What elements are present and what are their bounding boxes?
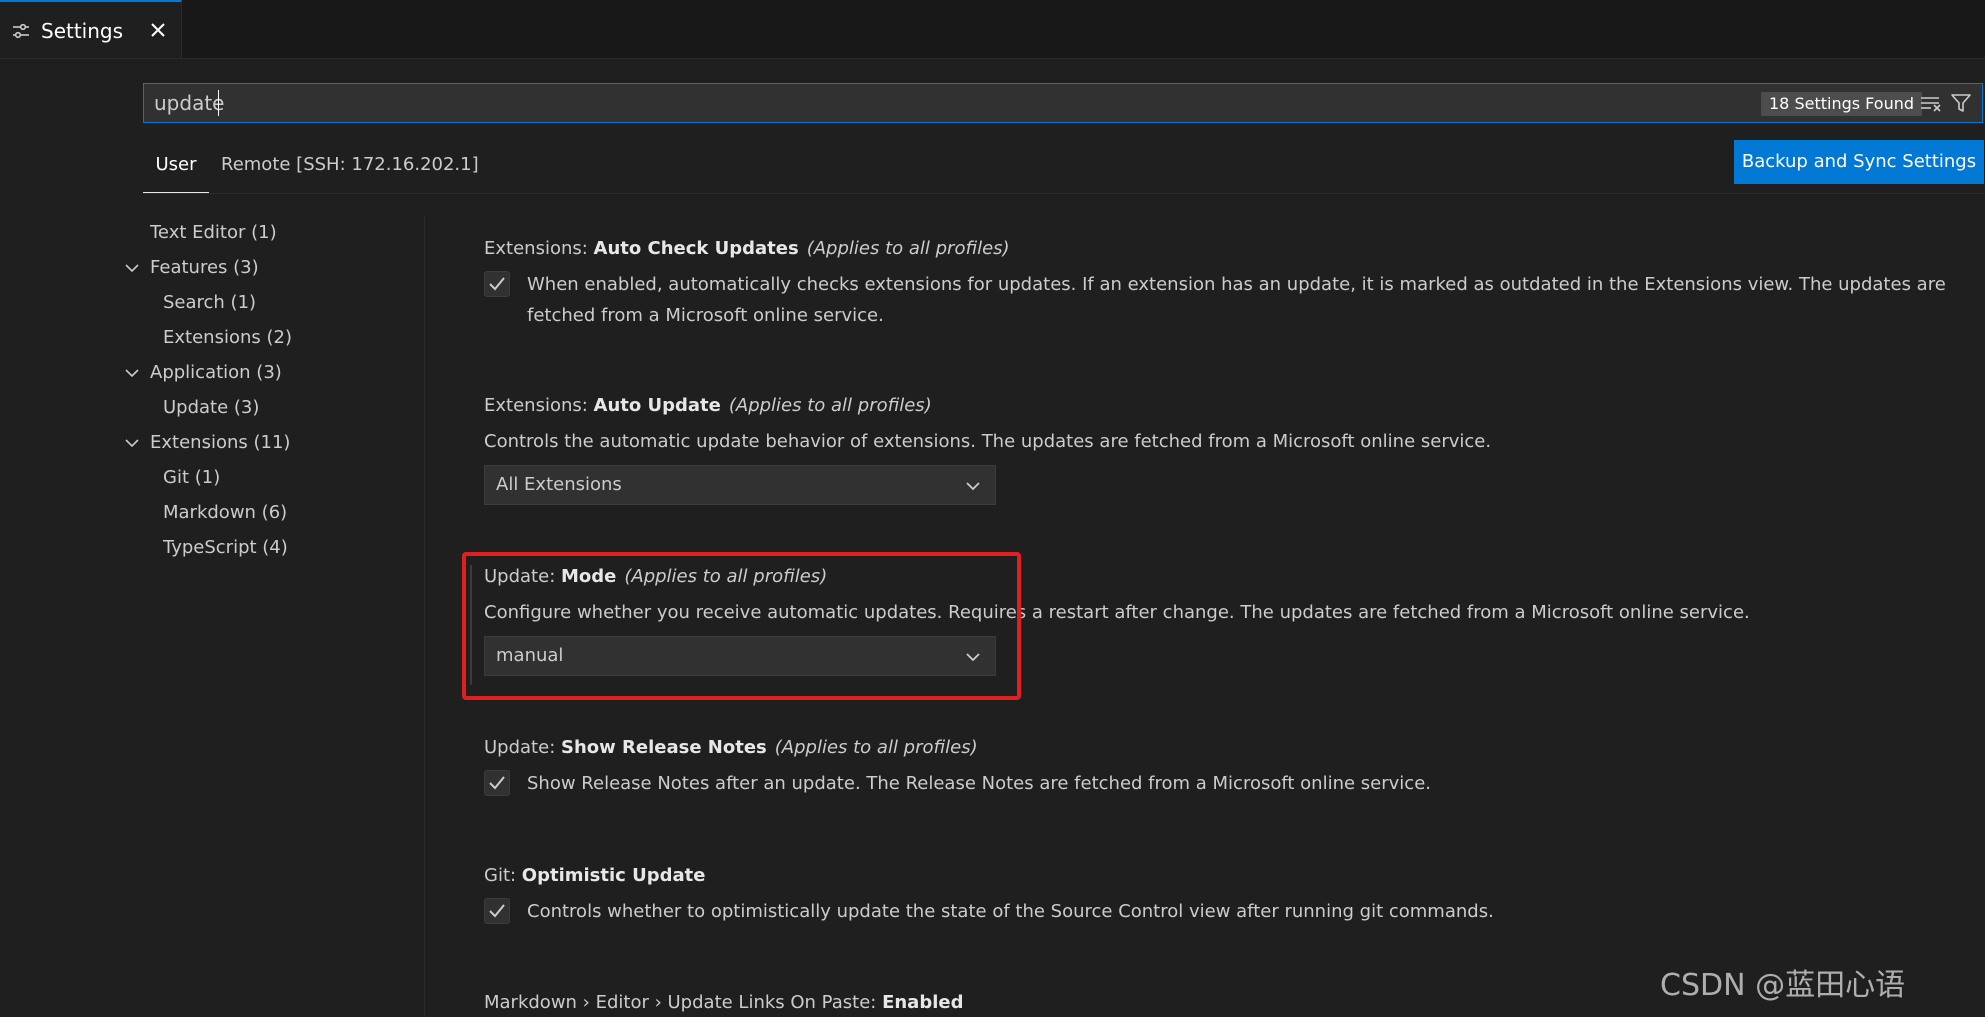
filter-icon[interactable]: [1950, 93, 1972, 113]
settings-icon: [13, 23, 29, 39]
setting-title: Git: Optimistic Update: [484, 862, 1964, 890]
toc-item-search[interactable]: Search (1): [163, 288, 256, 318]
toc-item-markdown[interactable]: Markdown (6): [163, 498, 287, 528]
auto-update-select[interactable]: All Extensions: [484, 465, 996, 505]
chevron-down-icon: [966, 482, 980, 491]
backup-and-sync-button[interactable]: Backup and Sync Settings: [1734, 140, 1984, 184]
chevron-down-icon: [125, 439, 139, 448]
setting-scope: (Applies to all profiles): [728, 395, 932, 416]
check-icon: [489, 277, 505, 291]
csdn-watermark: CSDN @蓝田心语: [1660, 968, 1906, 1003]
setting-category: Update:: [484, 737, 561, 758]
setting-key: Auto Update: [593, 395, 721, 416]
setting-key: Optimistic Update: [521, 865, 706, 886]
toc-label: Application (3): [150, 362, 282, 383]
annotation-highlight-box: [462, 552, 1021, 700]
setting-extensions-auto-update: Extensions: Auto Update (Applies to all p…: [484, 392, 1964, 505]
setting-check-row: When enabled, automatically checks exten…: [484, 269, 1964, 331]
check-icon: [489, 904, 505, 918]
toc-label: TypeScript (4): [163, 537, 288, 558]
setting-key: Show Release Notes: [560, 737, 767, 758]
toc-label: Extensions (2): [163, 327, 292, 348]
setting-check-row: Show Release Notes after an update. The …: [484, 768, 1964, 799]
toc-divider: [424, 216, 425, 1017]
setting-key: Auto Check Updates: [593, 238, 799, 259]
toc-item-extensions-feature[interactable]: Extensions (2): [163, 323, 292, 353]
setting-description: When enabled, automatically checks exten…: [527, 274, 1946, 326]
settings-search-box[interactable]: 18 Settings Found: [143, 83, 1983, 123]
setting-update-show-release-notes: Update: Show Release Notes (Applies to al…: [484, 734, 1964, 799]
setting-description: Show Release Notes after an update. The …: [527, 773, 1431, 794]
settings-tab[interactable]: Settings: [0, 0, 182, 58]
text-caret: [218, 90, 219, 116]
setting-check-row: Controls whether to optimistically updat…: [484, 896, 1964, 927]
setting-category: Git:: [484, 865, 522, 886]
setting-scope: (Applies to all profiles): [774, 737, 978, 758]
setting-category: Markdown › Editor › Update Links On Past…: [484, 992, 883, 1013]
select-value: All Extensions: [496, 474, 622, 495]
toc-label: Extensions (11): [150, 432, 291, 453]
setting-git-optimistic-update: Git: Optimistic Update Controls whether …: [484, 862, 1964, 927]
toc-item-application[interactable]: Application (3): [125, 358, 282, 388]
toc-item-text-editor[interactable]: Text Editor (1): [150, 218, 277, 248]
setting-extensions-auto-check-updates: Extensions: Auto Check Updates (Applies t…: [484, 235, 1964, 331]
toc-label: Update (3): [163, 397, 260, 418]
setting-description: Controls whether to optimistically updat…: [527, 901, 1494, 922]
result-count-badge: 18 Settings Found: [1761, 92, 1923, 116]
toc-item-typescript[interactable]: TypeScript (4): [163, 533, 288, 563]
setting-description: Controls the automatic update behavior o…: [484, 431, 1492, 452]
toc-label: Features (3): [150, 257, 259, 278]
settings-search-input[interactable]: [154, 90, 1654, 116]
close-icon[interactable]: [148, 20, 168, 40]
toc-label: Markdown (6): [163, 502, 288, 523]
clear-filter-icon[interactable]: [1920, 93, 1942, 113]
optimistic-update-checkbox[interactable]: [484, 898, 510, 924]
setting-title: Update: Show Release Notes (Applies to al…: [484, 734, 1964, 762]
toc-label: Text Editor (1): [150, 222, 277, 243]
chevron-down-icon: [125, 264, 139, 273]
tab-label: Settings: [41, 19, 124, 43]
scope-divider: [143, 193, 1983, 194]
tab-remote-settings[interactable]: Remote [SSH: 172.16.202.1]: [221, 154, 479, 192]
setting-title: Extensions: Auto Update (Applies to all p…: [484, 392, 1964, 420]
toc-item-git[interactable]: Git (1): [163, 463, 220, 493]
show-release-notes-checkbox[interactable]: [484, 770, 510, 796]
check-icon: [489, 776, 505, 790]
tab-user-settings[interactable]: User: [143, 154, 209, 194]
setting-key: Enabled: [882, 992, 964, 1013]
toc-label: Search (1): [163, 292, 257, 313]
toc-item-features[interactable]: Features (3): [125, 253, 259, 283]
setting-title: Extensions: Auto Check Updates (Applies t…: [484, 235, 1964, 263]
setting-category: Extensions:: [484, 395, 594, 416]
toc-label: Git (1): [163, 467, 221, 488]
editor-tab-bar: Settings: [0, 0, 1985, 59]
auto-check-updates-checkbox[interactable]: [484, 271, 510, 297]
setting-category: Extensions:: [484, 238, 594, 259]
toc-item-extensions[interactable]: Extensions (11): [125, 428, 291, 458]
setting-scope: (Applies to all profiles): [806, 238, 1010, 259]
toc-item-update[interactable]: Update (3): [163, 393, 259, 423]
chevron-down-icon: [125, 369, 139, 378]
